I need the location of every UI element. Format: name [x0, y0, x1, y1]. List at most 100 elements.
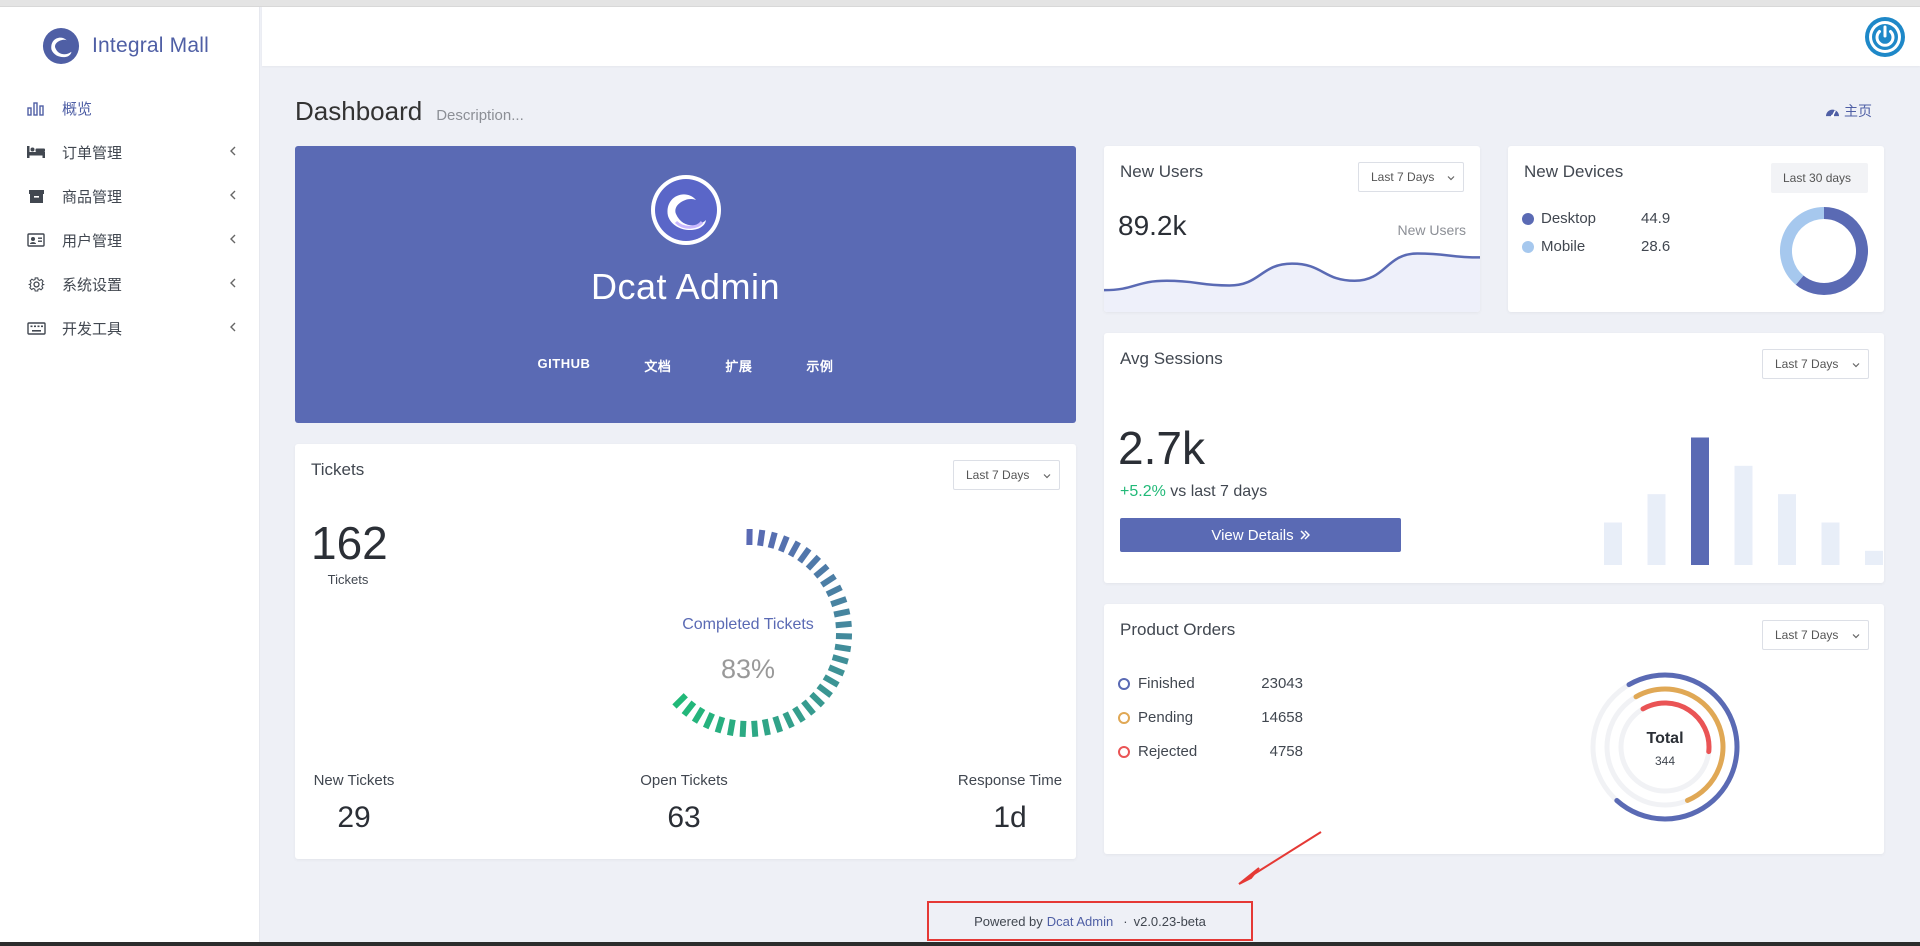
breadcrumb-home[interactable]: 主页 [1844, 101, 1872, 121]
legend-dot [1522, 240, 1534, 253]
gauge-segment [681, 700, 697, 717]
sidebar-item-2[interactable]: 商品管理 [0, 174, 260, 218]
order-value: 14658 [1261, 709, 1303, 726]
order-label: Finished [1138, 675, 1195, 692]
new-users-title: New Users [1120, 162, 1204, 181]
sidebar-menu: 概览 订单管理商品管理用户管理系统设置开发工具 [0, 86, 260, 350]
gauge-segment [809, 691, 825, 708]
sidebar-item-label: 用户管理 [62, 232, 123, 250]
gauge-segment [757, 529, 766, 547]
avg-sessions-change-suffix: vs last 7 days [1170, 483, 1268, 500]
page-title: Dashboard [295, 96, 423, 126]
brand[interactable]: Integral Mall [42, 27, 209, 65]
banner-link-1[interactable]: 文档 [644, 356, 671, 375]
chevron-down-icon [1852, 634, 1860, 639]
tickets-card: Tickets Last 7 Days 162 Tickets Complete… [295, 444, 1076, 859]
bar-chart-icon [26, 99, 46, 117]
footer-separator: · [1123, 913, 1128, 929]
banner-link-2[interactable]: 扩展 [725, 356, 752, 375]
avg-sessions-change-row: +5.2% vs last 7 days [1120, 483, 1267, 501]
archive-icon [26, 187, 46, 205]
gauge-segment [805, 554, 822, 571]
avg-sessions-title: Avg Sessions [1120, 349, 1223, 368]
page-description: Description... [436, 107, 524, 124]
legend-dot [1522, 212, 1534, 225]
sidebar-item-0[interactable]: 概览 [0, 86, 260, 130]
gauge-segment [792, 706, 806, 723]
brand-name: Integral Mall [92, 34, 209, 57]
gauge-segment [739, 720, 747, 738]
gauge-segment [787, 540, 801, 558]
gauge-segment [772, 715, 784, 733]
gauge-segment [761, 718, 771, 736]
order-label: Pending [1138, 709, 1194, 726]
product-orders-range-select[interactable]: Last 7 Days [1762, 620, 1869, 650]
gauge-segment [801, 699, 816, 716]
sidebar-item-label: 系统设置 [62, 276, 123, 294]
stat-label: New Tickets [313, 772, 395, 789]
avg-sessions-range-value: Last 7 Days [1775, 357, 1839, 371]
double-chevron-right-icon [1300, 530, 1310, 540]
stat-value: 1d [993, 801, 1027, 834]
power-user-icon[interactable] [1864, 16, 1906, 58]
tickets-title: Tickets [311, 460, 365, 479]
new-devices-range-select[interactable]: Last 30 days [1771, 163, 1868, 193]
footer-dcat-link[interactable]: Dcat Admin [1047, 914, 1113, 929]
sidebar-item-3[interactable]: 用户管理 [0, 218, 260, 262]
gauge-segment [767, 531, 778, 549]
dcat-banner: Dcat Admin GITHUB 文档 扩展 示例 [295, 146, 1076, 423]
gauge-segment [816, 683, 833, 698]
devices-donut-chart [1780, 207, 1868, 295]
orders-total-value: 344 [1654, 754, 1676, 768]
session-bar [1778, 494, 1796, 565]
chevron-down-icon [1043, 474, 1051, 479]
gauge-segment [797, 547, 812, 564]
avg-sessions-range-select[interactable]: Last 7 Days [1762, 349, 1869, 379]
stat-value: 63 [667, 801, 701, 834]
tickets-count-label: Tickets [327, 572, 369, 587]
gauge-segment [820, 573, 837, 588]
gauge-segment [833, 608, 851, 618]
gauge-segment [727, 719, 736, 736]
tickets-range-select[interactable]: Last 7 Days [953, 460, 1060, 490]
view-details-button[interactable]: View Details [1120, 518, 1401, 552]
sidebar-item-1[interactable]: 订单管理 [0, 130, 260, 174]
session-bar [1821, 522, 1840, 565]
gauge-segment [714, 716, 726, 734]
breadcrumb[interactable]: 主页 [1825, 101, 1872, 121]
order-value: 23043 [1261, 675, 1303, 692]
chevron-left-icon [230, 190, 236, 200]
dashboard-gauge-icon [1826, 109, 1839, 118]
new-devices-title: New Devices [1524, 162, 1624, 181]
chevron-down-icon [1852, 363, 1860, 368]
gauge-segment [778, 535, 790, 553]
device-label: Mobile [1541, 238, 1586, 255]
footer-prefix: Powered by [974, 913, 1043, 929]
banner-link-3[interactable]: 示例 [806, 356, 833, 375]
device-mobile-row: Mobile 28.6 [1522, 238, 1670, 255]
gauge-segment [751, 720, 759, 737]
tickets-count: 162 [311, 517, 388, 569]
new-users-card: New Users Last 7 Days 89.2k New Users [1104, 146, 1480, 312]
gauge-segment [834, 643, 852, 653]
gauge-segment [702, 712, 715, 730]
gauge-segment [691, 706, 706, 724]
new-users-range-select[interactable]: Last 7 Days [1358, 162, 1464, 192]
chevron-down-icon [1447, 176, 1455, 181]
banner-link-0[interactable]: GITHUB [538, 356, 591, 375]
brand-logo-icon [42, 27, 80, 65]
area-fill [1104, 253, 1480, 312]
new-devices-range-value: Last 30 days [1783, 171, 1852, 185]
new-users-area-chart [1104, 252, 1480, 312]
legend-ring [1118, 711, 1130, 724]
sidebar: Integral Mall 概览 订单管理商品管理用户管理系统设置开发工具 [0, 7, 260, 946]
sidebar-item-4[interactable]: 系统设置 [0, 262, 260, 306]
sidebar-item-label: 商品管理 [62, 188, 123, 206]
gauge-value: 83% [720, 654, 776, 684]
gauge-segment [830, 596, 848, 608]
device-label: Desktop [1541, 210, 1597, 227]
footer: Powered by Dcat Admin · v2.0.23-beta [927, 901, 1253, 941]
new-devices-card: New Devices Last 30 days Desktop 44.9 Mo… [1508, 146, 1884, 312]
sidebar-item-5[interactable]: 开发工具 [0, 306, 260, 350]
banner-title: Dcat Admin [590, 266, 781, 307]
